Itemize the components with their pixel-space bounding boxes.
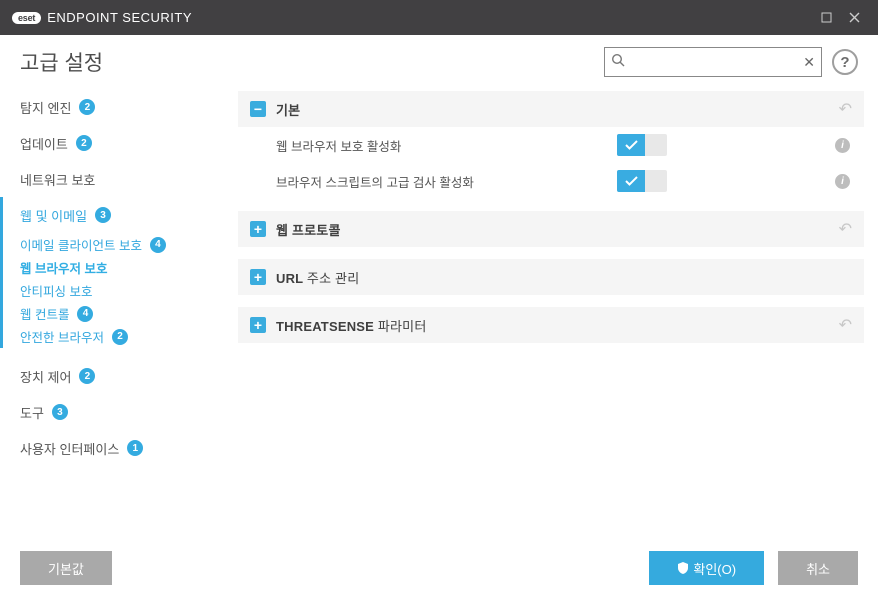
sidebar-sub-web-browser[interactable]: 웹 브라우저 보호	[0, 256, 228, 279]
sidebar-badge: 3	[95, 207, 111, 223]
sidebar-badge: 4	[77, 306, 93, 322]
check-icon	[625, 176, 638, 186]
sidebar-item-ui[interactable]: 사용자 인터페이스 1	[0, 430, 228, 466]
sidebar-sub-webcontrol[interactable]: 웹 컨트롤 4	[0, 302, 228, 325]
section-basic: − 기본 ↶ 웹 브라우저 보호 활성화 i 브라우저 스크립트의 고급 검사 …	[238, 91, 864, 199]
info-icon[interactable]: i	[835, 174, 850, 189]
brand-logo: eset	[12, 12, 41, 24]
sidebar-badge: 2	[79, 368, 95, 384]
sidebar-badge: 3	[52, 404, 68, 420]
app-title: ENDPOINT SECURITY	[47, 10, 192, 25]
sidebar-sub-antiphishing[interactable]: 안티피싱 보호	[0, 279, 228, 302]
sidebar-item-label: 이메일 클라이언트 보호	[20, 235, 142, 254]
sidebar-item-web-email[interactable]: 웹 및 이메일 3	[0, 197, 228, 233]
square-icon	[821, 12, 832, 23]
search-icon	[611, 53, 625, 72]
section-threatsense: + THREATSENSE 파라미터 ↶	[238, 307, 864, 343]
sidebar-item-update[interactable]: 업데이트 2	[0, 125, 228, 161]
section-header-url[interactable]: + URL 주소 관리	[238, 259, 864, 295]
setting-row-script-scan: 브라우저 스크립트의 고급 검사 활성화 i	[238, 163, 864, 199]
sidebar-item-label: 안티피싱 보호	[20, 281, 92, 300]
sidebar-sub-email-client[interactable]: 이메일 클라이언트 보호 4	[0, 233, 228, 256]
close-button[interactable]	[840, 4, 868, 32]
section-url-management: + URL 주소 관리	[238, 259, 864, 295]
sidebar-item-label: 웹 및 이메일	[20, 206, 87, 225]
toggle-web-protection[interactable]	[617, 134, 667, 156]
sidebar-item-label: 웹 브라우저 보호	[20, 258, 107, 277]
search-field[interactable]: ✕	[604, 47, 822, 77]
ok-button[interactable]: 확인(O)	[649, 551, 764, 585]
expand-icon: +	[250, 269, 266, 285]
section-title: 기본	[276, 100, 300, 119]
search-input[interactable]	[629, 55, 803, 69]
search-clear-icon[interactable]: ✕	[803, 54, 815, 71]
sidebar-badge: 1	[127, 440, 143, 456]
section-title: 웹 프로토콜	[276, 220, 341, 239]
sidebar-item-label: 장치 제어	[20, 367, 71, 386]
sidebar-badge: 2	[79, 99, 95, 115]
info-icon[interactable]: i	[835, 138, 850, 153]
sidebar-item-network[interactable]: 네트워크 보호	[0, 161, 228, 197]
section-header-basic[interactable]: − 기본 ↶	[238, 91, 864, 127]
sidebar-badge: 4	[150, 237, 166, 253]
section-header-protocols[interactable]: + 웹 프로토콜 ↶	[238, 211, 864, 247]
section-header-threatsense[interactable]: + THREATSENSE 파라미터 ↶	[238, 307, 864, 343]
footer: 기본값 확인(O) 취소	[0, 538, 878, 598]
page-title: 고급 설정	[20, 47, 103, 77]
maximize-button[interactable]	[812, 4, 840, 32]
sidebar-item-device-control[interactable]: 장치 제어 2	[0, 358, 228, 394]
close-icon	[849, 12, 860, 23]
expand-icon: +	[250, 317, 266, 333]
expand-icon: +	[250, 221, 266, 237]
section-title: THREATSENSE 파라미터	[276, 316, 426, 335]
check-icon	[625, 140, 638, 150]
sidebar-item-label: 도구	[20, 403, 44, 422]
default-button[interactable]: 기본값	[20, 551, 112, 585]
section-title: URL 주소 관리	[276, 268, 359, 287]
sidebar-sub-safebrowser[interactable]: 안전한 브라우저 2	[0, 325, 228, 348]
cancel-button[interactable]: 취소	[778, 551, 858, 585]
revert-icon[interactable]: ↶	[839, 99, 852, 119]
sidebar-item-label: 업데이트	[20, 134, 68, 153]
collapse-icon: −	[250, 101, 266, 117]
section-web-protocols: + 웹 프로토콜 ↶	[238, 211, 864, 247]
header-row: 고급 설정 ✕ ?	[0, 35, 878, 85]
sidebar-item-tools[interactable]: 도구 3	[0, 394, 228, 430]
sidebar-item-label: 사용자 인터페이스	[20, 439, 119, 458]
sidebar-item-detection-engine[interactable]: 탐지 엔진 2	[0, 89, 228, 125]
revert-icon[interactable]: ↶	[839, 219, 852, 239]
sidebar-item-label: 웹 컨트롤	[20, 304, 69, 323]
content-area: − 기본 ↶ 웹 브라우저 보호 활성화 i 브라우저 스크립트의 고급 검사 …	[228, 85, 878, 538]
help-button[interactable]: ?	[832, 49, 858, 75]
button-label: 확인(O)	[693, 559, 736, 578]
sidebar-item-label: 안전한 브라우저	[20, 327, 104, 346]
sidebar-item-label: 탐지 엔진	[20, 98, 71, 117]
sidebar-badge: 2	[76, 135, 92, 151]
sidebar-badge: 2	[112, 329, 128, 345]
revert-icon[interactable]: ↶	[839, 315, 852, 335]
toggle-script-scan[interactable]	[617, 170, 667, 192]
sidebar-item-label: 네트워크 보호	[20, 170, 95, 189]
shield-icon	[677, 562, 689, 574]
setting-label: 웹 브라우저 보호 활성화	[276, 136, 401, 155]
titlebar: eset ENDPOINT SECURITY	[0, 0, 878, 35]
setting-label: 브라우저 스크립트의 고급 검사 활성화	[276, 172, 474, 191]
sidebar: 탐지 엔진 2 업데이트 2 네트워크 보호 웹 및 이메일 3 이메일 클라이…	[0, 85, 228, 538]
setting-row-web-protection: 웹 브라우저 보호 활성화 i	[238, 127, 864, 163]
